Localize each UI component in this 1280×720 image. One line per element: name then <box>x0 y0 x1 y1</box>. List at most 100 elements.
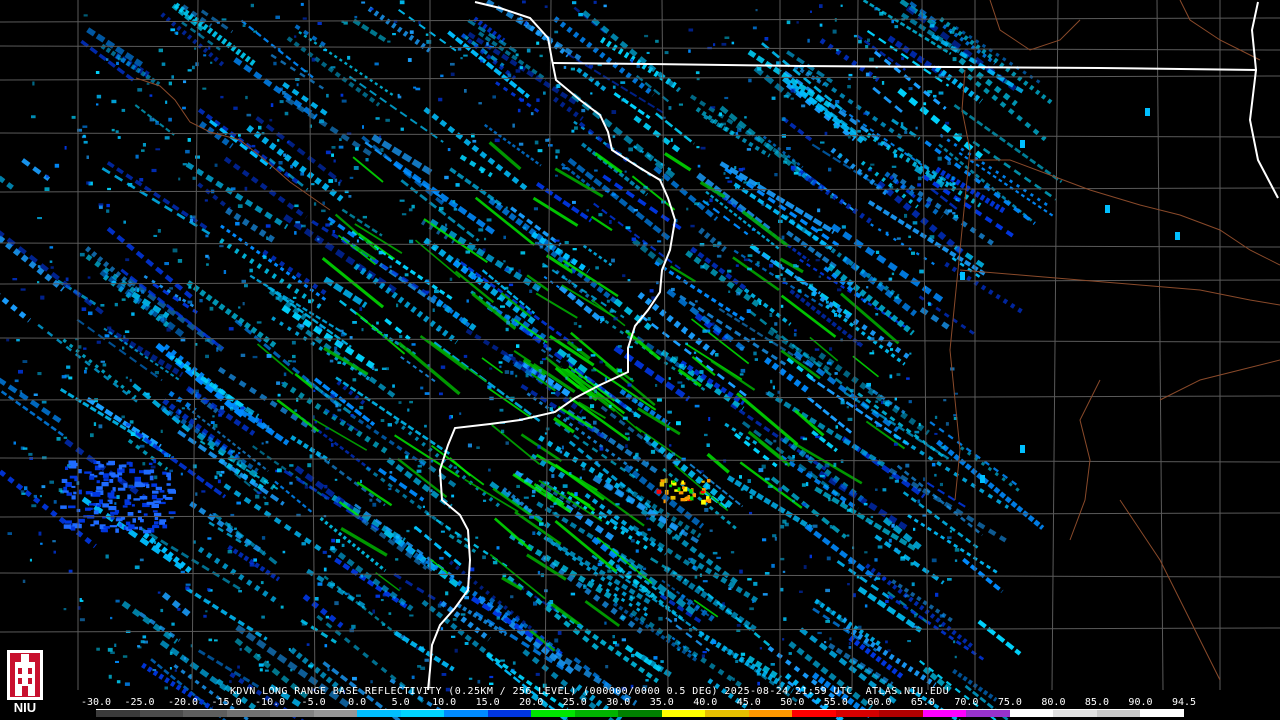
echo-speckle <box>65 277 69 282</box>
echo-speckle <box>624 170 627 173</box>
echo-speckle <box>702 651 707 654</box>
echo-speckle <box>171 622 175 626</box>
echo-speckle <box>164 262 169 266</box>
echo-speckle <box>151 168 157 173</box>
echo-speckle <box>361 328 364 332</box>
echo-speckle <box>627 436 630 441</box>
echo-streak <box>0 175 17 192</box>
echo-speckle <box>655 384 658 387</box>
echo-speckle <box>569 472 572 475</box>
echo-cell <box>166 472 171 477</box>
echo-speckle <box>817 208 821 213</box>
echo-speckle <box>157 229 161 233</box>
echo-speckle <box>929 235 935 239</box>
echo-speckle <box>894 547 898 551</box>
echo-speckle <box>33 494 37 498</box>
legend-color-swatch <box>705 710 749 717</box>
legend-tick-label: 94.5 <box>1171 697 1197 708</box>
echo-speckle <box>13 441 16 445</box>
echo-speckle <box>581 108 586 113</box>
echo-speckle <box>124 682 130 686</box>
echo-streak <box>474 611 565 671</box>
echo-cell <box>1105 205 1110 213</box>
echo-speckle <box>424 658 429 662</box>
echo-speckle <box>724 96 729 100</box>
echo-speckle <box>865 72 870 77</box>
echo-speckle <box>463 54 468 57</box>
echo-speckle <box>646 461 649 464</box>
echo-speckle <box>66 365 71 369</box>
echo-streak <box>173 2 257 67</box>
echo-speckle <box>688 49 691 53</box>
echo-speckle <box>362 268 367 272</box>
echo-speckle <box>289 481 293 485</box>
echo-speckle <box>846 406 849 409</box>
echo-speckle <box>746 309 751 313</box>
echo-speckle <box>302 17 307 20</box>
echo-cell <box>168 490 176 494</box>
echo-speckle <box>668 106 672 110</box>
echo-speckle <box>676 421 681 426</box>
echo-speckle <box>255 494 260 499</box>
echo-speckle <box>759 647 762 650</box>
echo-cell-strong <box>682 486 685 490</box>
river <box>959 269 1280 306</box>
echo-speckle <box>633 209 638 212</box>
echo-speckle <box>115 599 120 603</box>
echo-speckle <box>865 45 869 49</box>
echo-speckle <box>888 538 892 543</box>
echo-speckle <box>61 375 67 379</box>
echo-streak <box>972 140 1057 201</box>
echo-speckle <box>68 569 73 573</box>
echo-speckle <box>615 503 620 506</box>
echo-speckle <box>332 230 336 234</box>
echo-speckle <box>826 556 831 561</box>
echo-cell <box>139 526 143 531</box>
echo-speckle <box>572 1 577 5</box>
echo-speckle <box>688 557 693 561</box>
legend-tick-label: 65.0 <box>910 697 935 708</box>
echo-speckle <box>212 513 216 516</box>
echo-speckle <box>325 150 331 155</box>
echo-streak <box>81 496 184 570</box>
echo-speckle <box>889 185 894 189</box>
echo-streak <box>571 92 678 180</box>
echo-cell-strong <box>689 489 693 494</box>
echo-speckle <box>940 445 946 449</box>
echo-speckle <box>954 655 957 659</box>
echo-speckle <box>570 67 575 71</box>
echo-speckle <box>885 402 890 407</box>
echo-speckle <box>735 186 737 190</box>
echo-speckle <box>107 326 112 330</box>
echo-speckle <box>541 358 546 361</box>
echo-speckle <box>847 583 850 586</box>
echo-speckle <box>486 42 489 46</box>
echo-speckle <box>6 338 10 342</box>
echo-streak-strong <box>256 343 294 375</box>
echo-cell <box>152 510 158 513</box>
echo-speckle <box>282 91 286 95</box>
echo-speckle <box>564 241 569 245</box>
echo-speckle <box>917 176 922 181</box>
echo-speckle <box>319 119 324 123</box>
echo-speckle <box>190 215 196 219</box>
echo-speckle <box>299 324 305 328</box>
echo-speckle <box>781 117 786 121</box>
echo-speckle <box>858 172 863 175</box>
echo-speckle <box>258 418 262 423</box>
echo-speckle <box>537 570 541 575</box>
echo-speckle <box>747 479 751 483</box>
echo-speckle <box>539 54 543 58</box>
echo-speckle <box>876 423 881 427</box>
echo-cell <box>102 503 109 508</box>
legend-tick-label: -25.0 <box>124 697 155 708</box>
echo-speckle <box>202 87 207 90</box>
echo-speckle <box>774 322 778 326</box>
echo-speckle <box>488 468 491 472</box>
echo-cell <box>143 469 151 475</box>
echo-speckle <box>324 644 328 648</box>
echo-speckle <box>313 202 317 206</box>
echo-speckle <box>555 84 559 89</box>
echo-speckle <box>790 165 795 170</box>
echo-streak <box>285 97 376 159</box>
